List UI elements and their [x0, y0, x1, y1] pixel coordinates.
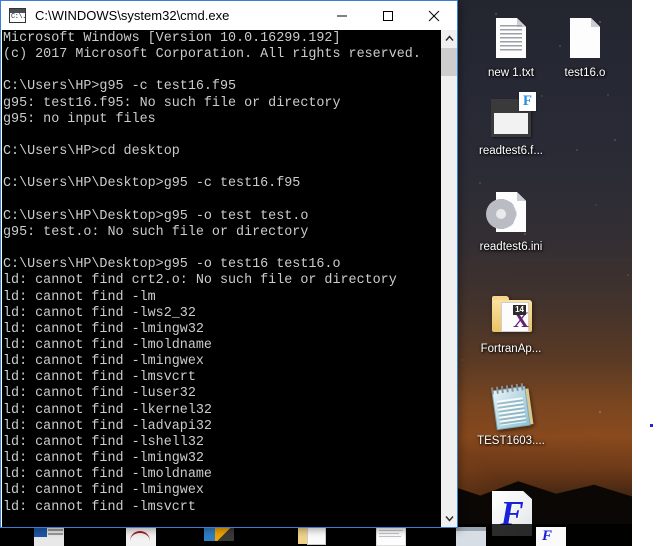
console-thumbnail-icon [456, 527, 486, 546]
fortran-thumbnail-icon: F [536, 527, 566, 546]
maximize-icon [383, 10, 393, 21]
taskbar-item-7[interactable]: F [530, 524, 570, 546]
console-area[interactable]: Microsoft Windows [Version 10.0.16299.19… [2, 30, 457, 527]
blank-file-icon [561, 16, 609, 64]
scrollbar-down-button[interactable] [441, 510, 457, 527]
cmd-icon: C:\. [9, 8, 26, 23]
fortran-source-icon: F [487, 92, 536, 142]
text-file-icon [487, 16, 535, 64]
cmd-icon-text: C:\. [11, 13, 26, 21]
minimize-icon [337, 15, 347, 16]
cmd-window[interactable]: C:\. C:\WINDOWS\system32\cmd.exe Microso… [0, 0, 458, 528]
desktop-icon-fortran-app[interactable]: X 14 FortranAp... [468, 292, 554, 356]
pdf-thumbnail-icon [126, 527, 156, 546]
maximize-button[interactable] [365, 1, 411, 30]
folder-thumbnail-icon [298, 527, 328, 546]
notepad-document-icon [487, 382, 535, 432]
desktop-icon-label: FortranAp... [480, 343, 542, 355]
visual-studio-folder-icon: X 14 [487, 292, 535, 340]
window-thumbnail-icon [34, 527, 64, 546]
desktop-icon-test16-o[interactable]: test16.o [542, 16, 628, 80]
chevron-down-icon [445, 516, 454, 522]
cmd-window-title: C:\WINDOWS\system32\cmd.exe [35, 8, 230, 23]
desktop-icon-label: TEST1603.... [477, 435, 545, 447]
stray-blue-dot [650, 424, 653, 427]
ini-settings-icon [486, 190, 535, 238]
shortcut-thumbnail-icon [204, 527, 234, 546]
console-output-text[interactable]: Microsoft Windows [Version 10.0.16299.19… [2, 30, 440, 527]
desktop-icon-label: readtest6.f... [479, 145, 543, 157]
close-icon [428, 10, 440, 21]
desktop-icon-label: readtest6.ini [479, 241, 543, 253]
screen: new 1.txt test16.o F readtest6.f... read… [0, 0, 658, 546]
desktop-icon-label: test16.o [564, 67, 606, 79]
desktop-icon-readtest6-f95[interactable]: F readtest6.f... [468, 92, 554, 158]
right-gutter [632, 0, 658, 546]
scrollbar-up-button[interactable] [441, 30, 457, 47]
scrollbar-thumb[interactable] [441, 48, 457, 76]
cmd-title-bar[interactable]: C:\. C:\WINDOWS\system32\cmd.exe [1, 1, 457, 30]
close-button[interactable] [411, 1, 457, 30]
console-scrollbar[interactable] [440, 30, 457, 527]
minimize-button[interactable] [319, 1, 365, 30]
document-thumbnail-icon [376, 527, 406, 546]
desktop-icon-readtest6-ini[interactable]: readtest6.ini [468, 190, 554, 254]
desktop-icon-test1603[interactable]: TEST1603.... [468, 382, 554, 448]
chevron-up-icon [445, 35, 454, 41]
